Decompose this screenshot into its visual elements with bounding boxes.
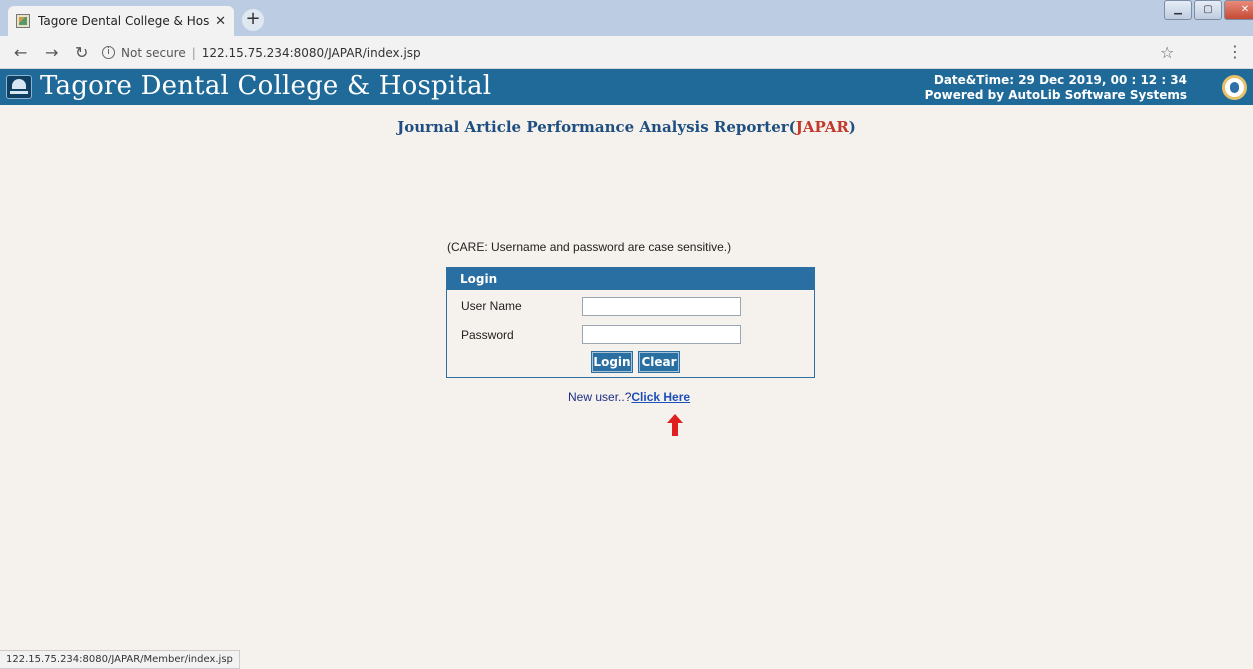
new-user-prompt: New user..?Click Here — [568, 390, 690, 404]
new-user-text: New user..? — [568, 390, 632, 404]
browser-tabstrip: Tagore Dental College & Hospita ✕ + ▁ ▢ … — [0, 0, 1253, 36]
clear-button[interactable]: Clear — [639, 352, 679, 372]
favicon-icon — [16, 14, 30, 28]
url-text: 122.15.75.234:8080/JAPAR/index.jsp — [201, 45, 421, 60]
login-panel: Login User Name Password Login Clear — [446, 267, 815, 378]
autolib-logo — [1222, 75, 1247, 100]
title-suffix: ) — [848, 118, 856, 136]
tab-title: Tagore Dental College & Hospita — [38, 14, 210, 28]
close-window-icon[interactable]: ✕ — [1224, 0, 1253, 20]
info-icon[interactable]: i — [102, 46, 115, 59]
case-sensitive-note: (CARE: Username and password are case se… — [447, 240, 732, 254]
back-arrow-icon[interactable]: ← — [14, 43, 27, 62]
page-title: Journal Article Performance Analysis Rep… — [0, 118, 1253, 136]
security-status: Not secure — [121, 45, 186, 60]
title-prefix: Journal Article Performance Analysis Rep… — [397, 118, 796, 136]
url-field[interactable]: i Not secure | 122.15.75.234:8080/JAPAR/… — [102, 40, 1182, 65]
powered-by-text: Powered by AutoLib Software Systems — [924, 88, 1187, 102]
login-heading: Login — [447, 268, 814, 290]
username-input[interactable] — [582, 297, 741, 316]
close-tab-icon[interactable]: ✕ — [215, 14, 226, 29]
address-bar: ← → ↻ i Not secure | 122.15.75.234:8080/… — [0, 36, 1253, 69]
url-separator: | — [191, 45, 196, 60]
forward-arrow-icon[interactable]: → — [45, 43, 58, 62]
college-name: Tagore Dental College & Hospital — [40, 71, 492, 101]
reload-icon[interactable]: ↻ — [75, 43, 88, 62]
datetime-text: Date&Time: 29 Dec 2019, 00 : 12 : 34 — [933, 73, 1187, 87]
minimize-icon[interactable]: ▁ — [1164, 0, 1192, 20]
status-bar-url: 122.15.75.234:8080/JAPAR/Member/index.js… — [0, 650, 240, 669]
username-label: User Name — [461, 299, 522, 313]
site-header: Tagore Dental College & Hospital Date&Ti… — [0, 69, 1253, 105]
click-here-link[interactable]: Click Here — [631, 390, 690, 404]
login-button[interactable]: Login — [592, 352, 632, 372]
bookmark-star-icon[interactable]: ☆ — [1160, 43, 1174, 62]
browser-tab[interactable]: Tagore Dental College & Hospita ✕ — [8, 6, 234, 36]
window-controls: ▁ ▢ ✕ — [1162, 0, 1253, 20]
maximize-icon[interactable]: ▢ — [1194, 0, 1222, 20]
red-arrow-icon — [667, 414, 683, 436]
password-label: Password — [461, 328, 514, 342]
college-logo — [6, 75, 32, 99]
title-acronym: JAPAR — [795, 118, 849, 136]
browser-menu-icon[interactable]: ⋮ — [1227, 42, 1243, 61]
password-input[interactable] — [582, 325, 741, 344]
new-tab-button[interactable]: + — [242, 9, 264, 31]
